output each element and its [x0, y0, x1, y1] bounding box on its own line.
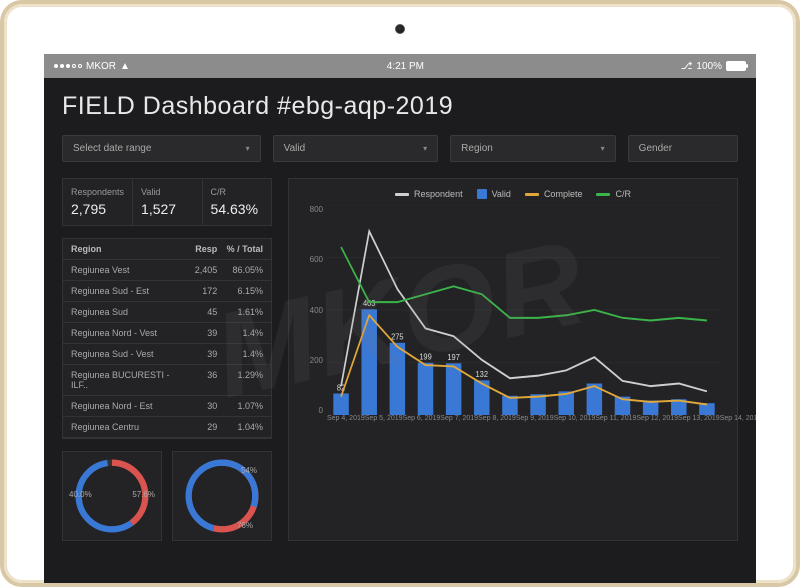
- chart-svg: 82403275199197132: [327, 205, 721, 415]
- svg-text:275: 275: [391, 332, 404, 341]
- main-chart-panel: Respondent Valid Complete C/R 8006004002…: [288, 178, 738, 541]
- th-resp[interactable]: Resp: [172, 244, 218, 254]
- th-pct[interactable]: % / Total: [217, 244, 263, 254]
- screen: MKOR ▲ 4:21 PM ⎇ 100% FIELD Dashboard #e…: [44, 54, 756, 583]
- dashboard-content: FIELD Dashboard #ebg-aqp-2019 Select dat…: [44, 78, 756, 555]
- donut-2-b-label: 76%: [237, 521, 253, 530]
- kpi-valid-value: 1,527: [141, 201, 193, 217]
- donut-2-a-label: 54%: [241, 466, 257, 475]
- legend-cr: C/R: [615, 189, 631, 199]
- kpi-panel: Respondents 2,795 Valid 1,527 C/R 54.63%: [62, 178, 272, 226]
- svg-text:197: 197: [447, 353, 460, 362]
- x-axis-labels: Sep 4, 2019Sep 5, 2019Sep 6, 2019Sep 7, …: [327, 415, 721, 435]
- kpi-respondents-label: Respondents: [71, 187, 124, 197]
- donut-1-b-label: 57.6%: [132, 490, 155, 499]
- donut-chart-2: 54% 76%: [172, 451, 272, 541]
- carrier-label: MKOR: [86, 61, 116, 72]
- legend-valid: Valid: [492, 189, 511, 199]
- legend-respondent: Respondent: [414, 189, 463, 199]
- chevron-down-icon: ▾: [423, 144, 427, 153]
- chart-legend: Respondent Valid Complete C/R: [301, 189, 725, 199]
- donut-1-a-label: 40.0%: [69, 490, 92, 499]
- chevron-down-icon: ▾: [246, 144, 250, 153]
- table-row[interactable]: Regiunea Sud451.61%: [63, 302, 271, 323]
- valid-label: Valid: [284, 143, 306, 154]
- th-region[interactable]: Region: [71, 244, 172, 254]
- date-range-label: Select date range: [73, 143, 151, 154]
- battery-icon: [726, 61, 746, 71]
- table-row[interactable]: Regiunea Centru291.04%: [63, 417, 271, 438]
- svg-text:403: 403: [363, 299, 376, 308]
- bluetooth-icon: ⎇: [681, 61, 693, 72]
- table-row[interactable]: Regiunea Vest2,40586.05%: [63, 260, 271, 281]
- svg-text:132: 132: [476, 370, 489, 379]
- page-title: FIELD Dashboard #ebg-aqp-2019: [62, 92, 738, 121]
- table-row[interactable]: Regiunea Sud - Est1726.15%: [63, 281, 271, 302]
- tablet-frame: MKOR ▲ 4:21 PM ⎇ 100% FIELD Dashboard #e…: [0, 0, 800, 587]
- gender-label: Gender: [639, 143, 672, 154]
- status-bar: MKOR ▲ 4:21 PM ⎇ 100%: [44, 54, 756, 78]
- wifi-icon: ▲: [120, 61, 130, 72]
- gender-select[interactable]: Gender: [628, 135, 738, 162]
- region-label: Region: [461, 143, 493, 154]
- donut-chart-1: 40.0% 57.6%: [62, 451, 162, 541]
- date-range-select[interactable]: Select date range ▾: [62, 135, 261, 162]
- table-row[interactable]: Regiunea Sud - Vest391.4%: [63, 344, 271, 365]
- status-time: 4:21 PM: [387, 61, 424, 72]
- camera-dot: [395, 24, 405, 34]
- table-row[interactable]: Regiunea Nord - Vest391.4%: [63, 323, 271, 344]
- filter-row: Select date range ▾ Valid ▾ Region ▾ Gen…: [62, 135, 738, 162]
- region-table: Region Resp % / Total Regiunea Vest2,405…: [62, 238, 272, 439]
- kpi-valid-label: Valid: [141, 187, 193, 197]
- kpi-cr-label: C/R: [211, 187, 263, 197]
- valid-select[interactable]: Valid ▾: [273, 135, 439, 162]
- table-row[interactable]: Regiunea Nord - Est301.07%: [63, 396, 271, 417]
- chevron-down-icon: ▾: [601, 144, 605, 153]
- signal-dots-icon: [54, 64, 82, 68]
- table-row[interactable]: Regiunea BUCURESTI - ILF..361.29%: [63, 365, 271, 396]
- kpi-respondents-value: 2,795: [71, 201, 124, 217]
- kpi-cr-value: 54.63%: [211, 201, 263, 217]
- y-axis-labels: 8006004002000: [301, 205, 323, 415]
- region-select[interactable]: Region ▾: [450, 135, 616, 162]
- battery-pct: 100%: [696, 61, 722, 72]
- svg-text:199: 199: [419, 352, 432, 361]
- legend-complete: Complete: [544, 189, 583, 199]
